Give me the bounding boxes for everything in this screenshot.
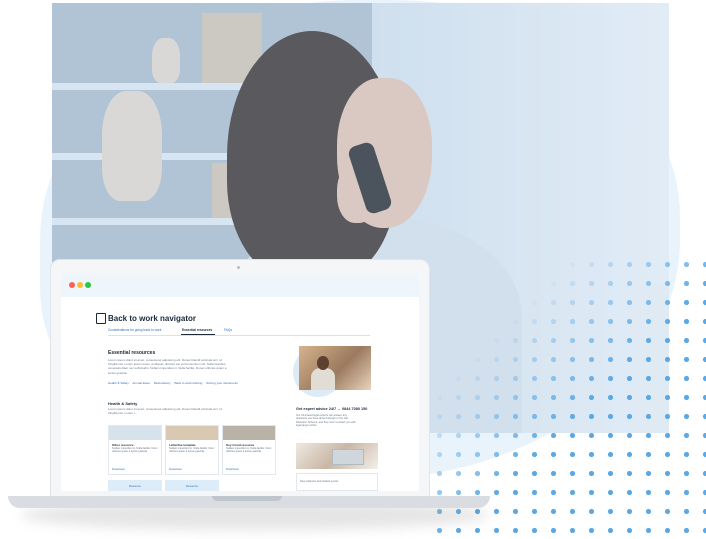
active-tab-indicator	[181, 334, 215, 335]
desk-photo	[296, 443, 378, 469]
webinars-card[interactable]: New webinars and related events	[296, 473, 378, 491]
essential-resources-text: Lorem ipsum dolor sit amet, consectetur …	[108, 358, 280, 375]
text-line: legal jargon either.	[296, 424, 318, 428]
link-health-safety[interactable]: Health & Safety	[108, 381, 129, 385]
advisor-body	[311, 368, 335, 390]
desk-laptop	[332, 449, 364, 465]
window-maximize-button[interactable]	[85, 282, 91, 288]
tab-essential-resources[interactable]: Essential resources	[182, 328, 212, 332]
browser-topbar	[61, 273, 419, 297]
resource-card: Letter/fax template Nullam imperdiet mi.…	[165, 425, 219, 475]
resource-button-label: Resource	[129, 484, 141, 488]
link-redundancy[interactable]: Redundancy	[154, 381, 171, 385]
resource-button[interactable]: Resource	[165, 480, 219, 491]
link-annual-leave[interactable]: Annual leave	[133, 381, 150, 385]
advisor-head	[317, 356, 329, 370]
text-line: fringilla nisi. Lorem i...	[108, 411, 138, 416]
tab-considerations[interactable]: Considerations for going back to work	[108, 328, 161, 332]
card-image	[223, 426, 275, 440]
text-line: luctus gravida.	[108, 370, 128, 375]
card-description: Nullam imperdiet mi. Nulla facilisi. Nun…	[226, 447, 272, 454]
window-minimize-button[interactable]	[77, 282, 83, 288]
laptop-screen: Back to work navigator Considerations fo…	[61, 273, 419, 491]
link-storing-documents[interactable]: Storing your documents	[206, 381, 238, 385]
laptop-notch	[212, 496, 282, 501]
webinars-card-text: New webinars and related events	[300, 480, 339, 483]
download-link[interactable]: Download	[169, 467, 181, 471]
resource-button[interactable]: Resource	[108, 480, 162, 491]
expert-advice-heading[interactable]: Get expert advice 24/7 → 0844 7080 150	[296, 407, 367, 411]
window-close-button[interactable]	[69, 282, 75, 288]
download-link[interactable]: Download	[226, 467, 238, 471]
tab-faqs[interactable]: FAQs	[224, 328, 232, 332]
webcam-icon	[237, 266, 240, 269]
link-back-to-work-training[interactable]: Back to work training	[174, 381, 202, 385]
tab-divider	[108, 334, 370, 335]
resource-card: Other resource Nullam imperdiet mi. Null…	[108, 425, 162, 475]
health-safety-text: Lorem ipsum dolor sit amet, consectetur …	[108, 407, 280, 415]
resource-card: Key Covid resource Nullam imperdiet mi. …	[222, 425, 276, 475]
document-icon	[96, 313, 106, 324]
download-link[interactable]: Download	[112, 467, 124, 471]
card-description: Nullam imperdiet mi. Nulla facilisi. Nun…	[112, 447, 158, 454]
card-image	[109, 426, 161, 440]
resource-links: Health & Safety Annual leave Redundancy …	[108, 381, 241, 385]
card-image	[166, 426, 218, 440]
page-title: Back to work navigator	[108, 314, 197, 323]
essential-resources-heading: Essential resources	[108, 350, 156, 356]
card-description: Nullam imperdiet mi. Nulla facilisi. Nun…	[169, 447, 215, 454]
expert-advice-text: Our UK-based legal experts can answer an…	[296, 414, 376, 428]
hero-scene: Back to work navigator Considerations fo…	[0, 0, 706, 539]
advisor-photo	[299, 346, 371, 390]
health-safety-heading: Health & Safety	[108, 401, 138, 406]
resource-button-label: Resource	[186, 484, 198, 488]
